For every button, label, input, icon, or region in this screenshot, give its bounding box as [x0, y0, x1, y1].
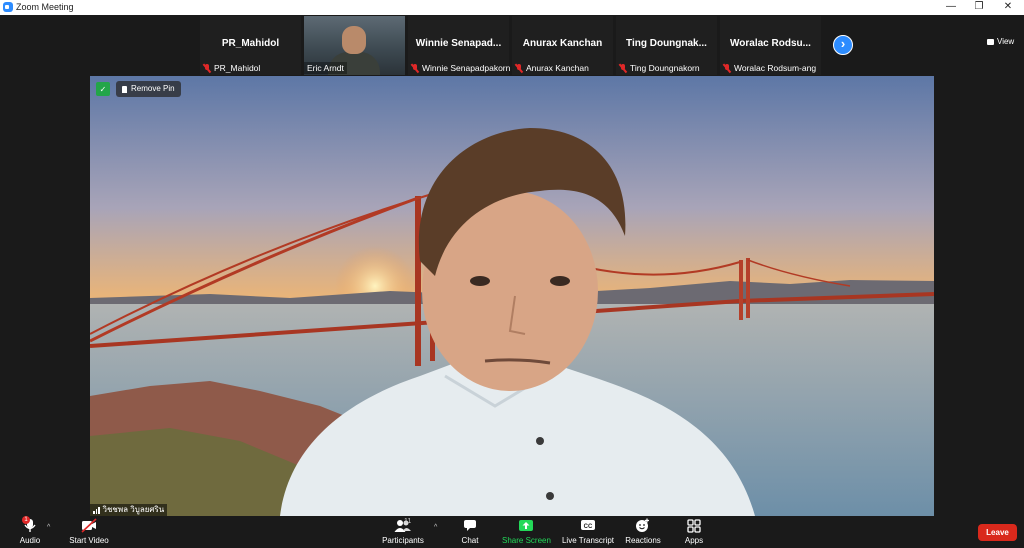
- live-transcript-button[interactable]: CC Live Transcript: [561, 518, 615, 545]
- next-page-button[interactable]: ›: [833, 35, 853, 55]
- share-screen-icon: [502, 518, 550, 533]
- share-screen-button[interactable]: Share Screen: [502, 518, 551, 545]
- participants-button[interactable]: 11 Participants: [380, 518, 426, 545]
- security-shield-icon[interactable]: ✓: [96, 82, 110, 96]
- participant-display-name: Anurax Kanchan: [522, 38, 603, 49]
- grid-view-icon: [987, 38, 994, 45]
- chat-button[interactable]: Chat: [456, 518, 484, 545]
- video-person-head: [342, 26, 366, 54]
- participant-name: Ting Doungnakorn: [630, 63, 700, 73]
- chat-label: Chat: [461, 536, 479, 545]
- zoom-app-icon: [3, 2, 13, 12]
- participant-display-name: Winnie Senapad...: [415, 38, 502, 49]
- remove-pin-button[interactable]: Remove Pin: [116, 81, 181, 97]
- reactions-label: Reactions: [625, 536, 661, 545]
- participant-name: Winnie Senapadpakorn: [422, 63, 511, 73]
- live-transcript-label: Live Transcript: [561, 536, 615, 545]
- participant-name: Woralac Rodsum-ang: [734, 63, 817, 73]
- mic-muted-icon: [515, 63, 523, 73]
- mic-muted-icon: [723, 63, 731, 73]
- chat-icon: [456, 518, 484, 533]
- participant-display-name: PR_Mahidol: [221, 38, 280, 49]
- audio-label: Audio: [19, 536, 41, 545]
- speaker-name-label: วิชชพล วิบูลยศริน: [90, 504, 168, 516]
- speaker-name: วิชชพล วิบูลยศริน: [102, 505, 165, 514]
- signal-strength-icon: [93, 506, 100, 514]
- meeting-toolbar: 1 Audio ^ Start Video 11 Participants ^ …: [0, 516, 1024, 548]
- close-button[interactable]: ✕: [994, 0, 1022, 15]
- audio-button[interactable]: 1 Audio: [16, 516, 44, 545]
- participants-count: 11: [404, 518, 412, 525]
- participant-footer: Anurax Kanchan: [515, 62, 589, 74]
- participant-footer: PR_Mahidol: [203, 62, 260, 74]
- start-video-label: Start Video: [69, 536, 109, 545]
- microphone-icon: 1: [16, 516, 44, 533]
- share-screen-label: Share Screen: [502, 536, 551, 545]
- participant-tile[interactable]: Ting Doungnak... Ting Doungnakorn: [616, 16, 717, 75]
- restore-button[interactable]: ❐: [965, 0, 993, 15]
- video-off-icon: [66, 518, 112, 533]
- participant-footer: Ting Doungnakorn: [619, 62, 700, 74]
- participant-tile[interactable]: Anurax Kanchan Anurax Kanchan: [512, 16, 613, 75]
- participant-strip: PR_Mahidol PR_Mahidol Eric Arndt Winnie …: [0, 15, 1024, 76]
- participant-video-tile[interactable]: Eric Arndt: [304, 16, 405, 75]
- participant-tile[interactable]: PR_Mahidol PR_Mahidol: [200, 16, 301, 75]
- smiley-plus-icon: [624, 518, 662, 533]
- start-video-button[interactable]: Start Video: [66, 518, 112, 545]
- svg-text:CC: CC: [584, 524, 593, 530]
- leave-button[interactable]: Leave: [978, 524, 1017, 541]
- participant-tile[interactable]: Woralac Rodsu... Woralac Rodsum-ang: [720, 16, 821, 75]
- participant-display-name: Woralac Rodsu...: [730, 38, 811, 49]
- minimize-button[interactable]: —: [937, 0, 965, 15]
- remove-pin-label: Remove Pin: [131, 84, 175, 93]
- view-label: View: [997, 37, 1015, 46]
- participant-name: Eric Arndt: [307, 63, 344, 73]
- apps-button[interactable]: Apps: [680, 518, 708, 545]
- apps-icon: [680, 518, 708, 533]
- participant-display-name: Ting Doungnak...: [626, 38, 707, 49]
- active-speaker-video: ✓ Remove Pin วิชชพล วิบูลยศริน: [90, 76, 934, 516]
- participant-tile[interactable]: Winnie Senapad... Winnie Senapadpakorn: [408, 16, 510, 75]
- participants-icon: 11: [380, 518, 426, 533]
- window-title: Zoom Meeting: [16, 2, 74, 12]
- apps-label: Apps: [684, 536, 704, 545]
- audio-alert-badge: 1: [22, 516, 30, 524]
- participant-name: Anurax Kanchan: [526, 63, 589, 73]
- participants-label: Participants: [382, 536, 424, 545]
- participant-footer: Winnie Senapadpakorn: [411, 62, 510, 74]
- view-button[interactable]: View: [987, 37, 1014, 46]
- window-titlebar: Zoom Meeting — ❐ ✕: [0, 0, 1024, 15]
- audio-options-caret[interactable]: ^: [47, 524, 50, 531]
- participant-footer: Woralac Rodsum-ang: [723, 62, 816, 74]
- participants-options-caret[interactable]: ^: [434, 524, 437, 531]
- participant-name: PR_Mahidol: [214, 63, 261, 73]
- mic-muted-icon: [411, 63, 419, 73]
- virtual-background-image: [90, 76, 934, 516]
- pin-icon: [122, 85, 127, 93]
- participant-footer: Eric Arndt: [304, 62, 347, 74]
- reactions-button[interactable]: Reactions: [624, 518, 662, 545]
- mic-muted-icon: [619, 63, 627, 73]
- closed-caption-icon: CC: [561, 518, 615, 533]
- mic-muted-icon: [203, 63, 211, 73]
